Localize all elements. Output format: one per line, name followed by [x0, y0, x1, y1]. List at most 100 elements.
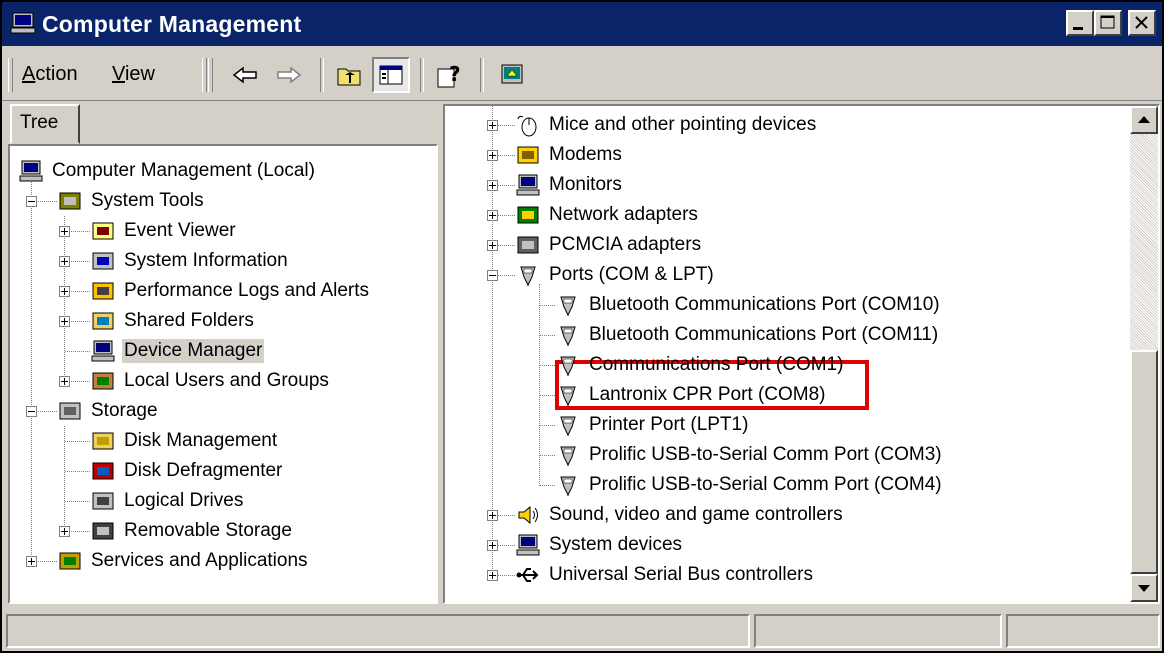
device-category[interactable]: Network adapters [515, 200, 700, 230]
device-label: PCMCIA adapters [549, 234, 702, 255]
tree-item[interactable]: Removable Storage [90, 516, 294, 546]
device-item[interactable]: Prolific USB-to-Serial Comm Port (COM4) [555, 470, 944, 500]
tree-item-label: Services and Applications [91, 550, 308, 571]
tree-item[interactable]: Shared Folders [90, 306, 256, 336]
device-item[interactable]: Bluetooth Communications Port (COM10) [555, 290, 942, 320]
tree-item-label: Computer Management (Local) [52, 160, 315, 181]
expand-icon[interactable] [487, 570, 498, 581]
tree-view[interactable]: Computer Management (Local) System Tools E… [8, 144, 438, 604]
expand-icon[interactable] [487, 240, 498, 251]
system-tools-icon [59, 192, 81, 210]
tree-item[interactable]: Storage [57, 396, 160, 426]
expand-icon[interactable] [59, 226, 70, 237]
device-category[interactable]: Monitors [515, 170, 624, 200]
tree-item[interactable]: Services and Applications [57, 546, 310, 576]
expand-icon[interactable] [487, 540, 498, 551]
tree-connector [65, 351, 90, 352]
device-item[interactable]: Printer Port (LPT1) [555, 410, 750, 440]
collapse-icon[interactable] [26, 406, 37, 417]
help-button[interactable]: ? [430, 57, 468, 93]
device-manager-icon [91, 340, 115, 362]
tree-item[interactable]: Performance Logs and Alerts [90, 276, 371, 306]
device-item[interactable]: Bluetooth Communications Port (COM11) [555, 320, 940, 350]
expand-icon[interactable] [487, 210, 498, 221]
expand-icon[interactable] [487, 510, 498, 521]
menu-view[interactable]: View [112, 62, 155, 86]
tree-item[interactable]: System Information [90, 246, 290, 276]
expand-icon[interactable] [59, 286, 70, 297]
tree-connector [65, 441, 90, 442]
scroll-up-button[interactable] [1130, 106, 1158, 134]
menu-action-label: ction [35, 63, 78, 85]
up-one-level-button[interactable] [330, 57, 368, 93]
device-category[interactable]: Ports (COM & LPT) [515, 260, 716, 290]
tree-item[interactable]: Disk Management [90, 426, 279, 456]
device-category[interactable]: Sound, video and game controllers [515, 500, 845, 530]
maximize-icon [1100, 15, 1115, 29]
back-button[interactable] [226, 57, 264, 93]
device-category[interactable]: Mice and other pointing devices [515, 110, 818, 140]
tree-pane: Tree Computer Management (Local) System T… [8, 104, 438, 604]
show-hide-tree-icon [379, 65, 403, 85]
collapse-icon[interactable] [26, 196, 37, 207]
expand-icon[interactable] [59, 526, 70, 537]
status-bar [6, 614, 1160, 650]
device-category[interactable]: System devices [515, 530, 684, 560]
device-label: Universal Serial Bus controllers [549, 564, 813, 585]
tree-item-label: Removable Storage [124, 520, 292, 541]
maximize-button[interactable] [1094, 10, 1122, 36]
expand-icon[interactable] [487, 150, 498, 161]
scroll-thumb[interactable] [1130, 350, 1158, 574]
close-button[interactable] [1128, 10, 1156, 36]
tree-item[interactable]: Logical Drives [90, 486, 245, 516]
device-list-pane[interactable]: Mice and other pointing devices Modems Mon… [443, 104, 1160, 604]
tree-item[interactable]: Device Manager [90, 336, 265, 366]
tree-connector [539, 425, 555, 426]
expand-icon[interactable] [59, 256, 70, 267]
title-bar[interactable]: Computer Management [2, 2, 1162, 46]
performance-logs-icon [92, 282, 114, 300]
modem-icon [517, 146, 539, 164]
device-properties-button[interactable] [494, 57, 532, 93]
expand-icon[interactable] [59, 316, 70, 327]
logical-drives-icon [92, 492, 114, 510]
device-item[interactable]: Communications Port (COM1) [555, 350, 845, 380]
back-arrow-icon [232, 66, 257, 84]
tree-item-label: Logical Drives [124, 490, 244, 511]
menu-action[interactable]: Action [22, 62, 78, 86]
tree-connector [539, 485, 555, 486]
vertical-scrollbar[interactable] [1130, 106, 1158, 602]
monitor-icon [516, 174, 540, 196]
tree-item[interactable]: Disk Defragmenter [90, 456, 284, 486]
minimize-button[interactable] [1066, 10, 1094, 36]
tree-item-label: Storage [91, 400, 158, 421]
tab-tree[interactable]: Tree [10, 104, 80, 144]
svg-text:?: ? [449, 62, 461, 86]
tree-item[interactable]: Local Users and Groups [90, 366, 331, 396]
tree-item[interactable]: Event Viewer [90, 216, 238, 246]
tree-item[interactable]: Computer Management (Local) [18, 156, 317, 186]
removable-storage-icon [92, 522, 114, 540]
tree-item[interactable]: System Tools [57, 186, 206, 216]
forward-button[interactable] [270, 57, 308, 93]
tree-connector [539, 365, 555, 366]
expand-icon[interactable] [487, 120, 498, 131]
expand-icon[interactable] [26, 556, 37, 567]
expand-icon[interactable] [487, 180, 498, 191]
device-item[interactable]: Prolific USB-to-Serial Comm Port (COM3) [555, 440, 944, 470]
disk-defragmenter-icon [92, 462, 114, 480]
show-hide-tree-button[interactable] [372, 57, 410, 93]
menu-toolbar: Action View ? [2, 48, 1162, 101]
device-category[interactable]: PCMCIA adapters [515, 230, 703, 260]
device-properties-icon [501, 64, 523, 84]
device-label: Bluetooth Communications Port (COM11) [589, 324, 939, 345]
port-icon [560, 356, 576, 377]
device-category[interactable]: Modems [515, 140, 624, 170]
minimize-icon [1073, 27, 1083, 30]
toolbar-grip [202, 58, 207, 92]
device-category[interactable]: Universal Serial Bus controllers [515, 560, 815, 590]
scroll-down-button[interactable] [1130, 574, 1158, 602]
device-item[interactable]: Lantronix CPR Port (COM8) [555, 380, 828, 410]
collapse-icon[interactable] [487, 270, 498, 281]
expand-icon[interactable] [59, 376, 70, 387]
